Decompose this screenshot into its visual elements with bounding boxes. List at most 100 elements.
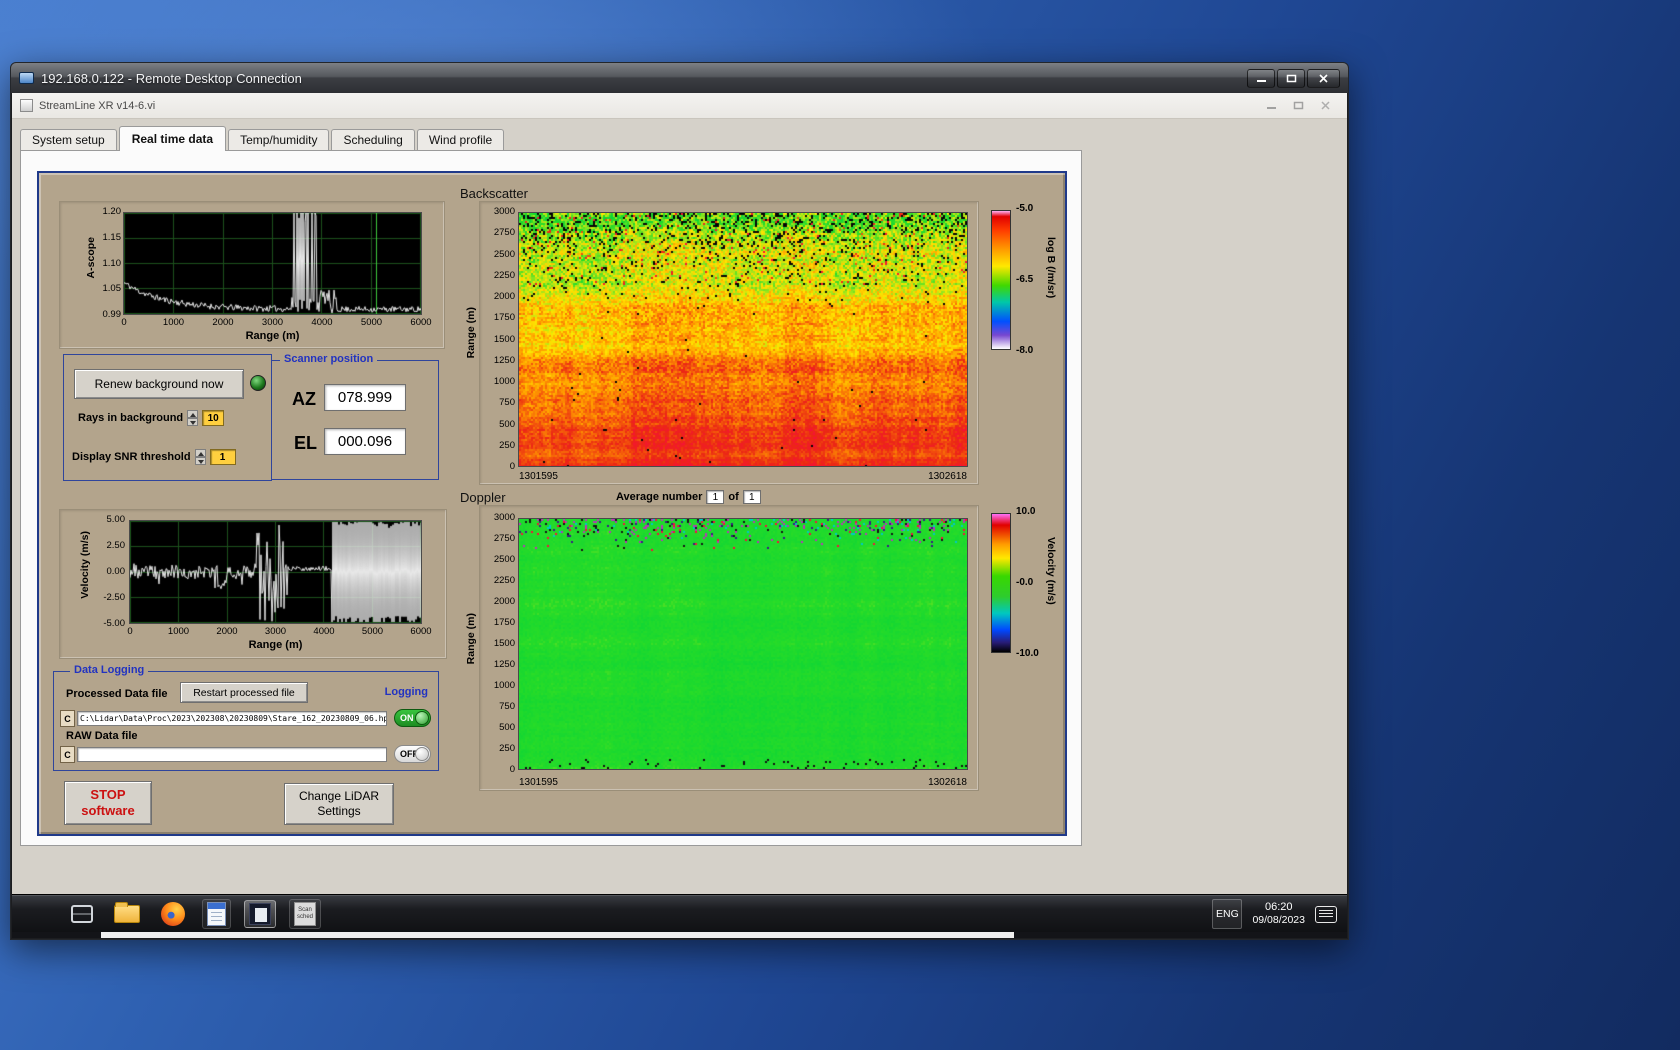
tick-label: -10.0 — [1016, 648, 1039, 659]
snr-spinner[interactable] — [194, 449, 206, 465]
tick-label: 5000 — [360, 317, 383, 328]
spin-down-icon[interactable] — [187, 418, 199, 426]
rdp-window-title: 192.168.0.122 - Remote Desktop Connectio… — [41, 70, 302, 86]
front-panel: A-scope 1.20 1.15 1.10 1.05 0.99 0 1000 2000 30… — [20, 150, 1082, 846]
scan-icon-text: Scan — [298, 907, 312, 913]
tick-label: 1000 — [162, 317, 185, 328]
tick-label: 250 — [499, 743, 515, 754]
tick-label: 1.05 — [102, 283, 122, 295]
tick-label: 1.15 — [102, 231, 122, 243]
tick-label: 500 — [499, 418, 515, 430]
task-view-glyph — [71, 905, 93, 923]
firefox-icon[interactable] — [157, 900, 189, 928]
average-number-row: Average number 1 of 1 — [616, 490, 761, 504]
task-view-icon[interactable] — [67, 903, 97, 925]
tick-label: 1.20 — [102, 206, 122, 217]
backscatter-y-axis: 3000 2750 2500 2250 2000 1750 1500 1250 1000 750 5… — [481, 207, 515, 472]
ascope-y-axis-title: A-scope — [85, 237, 97, 279]
tick-label: 3000 — [264, 626, 287, 637]
app-titlebar[interactable]: StreamLine XR v14-6.vi — [12, 93, 1347, 119]
background-controls-group: Renew background now Rays in background … — [63, 354, 272, 481]
processed-logging-toggle[interactable]: ON — [394, 709, 431, 727]
doppler-x-axis: 1301595 1302618 — [519, 777, 967, 788]
file-explorer-icon[interactable] — [110, 902, 144, 925]
tick-label: 2000 — [212, 317, 234, 328]
minimize-button[interactable] — [1247, 68, 1275, 88]
el-value-field[interactable]: 000.096 — [324, 428, 406, 455]
clock-date: 09/08/2023 — [1252, 914, 1305, 926]
spin-up-icon[interactable] — [194, 449, 206, 457]
backscatter-x-end: 1302618 — [928, 471, 967, 482]
renew-background-button[interactable]: Renew background now — [74, 369, 244, 399]
taskbar-clock[interactable]: 06:20 09/08/2023 — [1252, 901, 1305, 927]
toggle-knob — [415, 747, 429, 761]
change-lidar-settings-line2: Settings — [317, 804, 361, 818]
doppler-x-end: 1302618 — [928, 777, 967, 788]
tick-label: 0.00 — [106, 566, 126, 577]
average-count-field[interactable]: 1 — [742, 490, 761, 504]
tick-label: 750 — [499, 397, 515, 409]
tick-label: 5.00 — [106, 514, 126, 525]
app-window-icon — [249, 903, 271, 925]
app-window: StreamLine XR v14-6.vi System setup Real… — [12, 93, 1347, 894]
notification-icon[interactable] — [1315, 905, 1337, 923]
rdp-content: StreamLine XR v14-6.vi System setup Real… — [12, 93, 1347, 938]
tick-label: -5.0 — [1016, 203, 1034, 214]
raw-logging-toggle[interactable]: OFF — [394, 745, 431, 763]
rays-value-field[interactable]: 10 — [202, 410, 225, 426]
doppler-title: Doppler — [460, 490, 506, 505]
tab-system-setup[interactable]: System setup — [20, 129, 117, 151]
scan-scheduler-icon[interactable]: Scan sched — [289, 899, 321, 929]
tick-label: 1750 — [493, 617, 515, 628]
processed-path-browse-button[interactable]: C — [60, 710, 75, 727]
rdp-titlebar[interactable]: 192.168.0.122 - Remote Desktop Connectio… — [11, 63, 1348, 93]
tab-scheduling[interactable]: Scheduling — [331, 129, 415, 151]
stop-software-button[interactable]: STOP software — [64, 781, 152, 825]
tick-label: 2250 — [493, 575, 515, 586]
scan-icon-text: sched — [296, 914, 313, 920]
language-indicator[interactable]: ENG — [1212, 899, 1243, 929]
az-value-field[interactable]: 078.999 — [324, 384, 406, 411]
folder-icon — [114, 902, 140, 923]
scan-scheduler-glyph: Scan sched — [294, 902, 316, 926]
doppler-colorbar — [991, 513, 1011, 653]
change-lidar-settings-button[interactable]: Change LiDAR Settings — [284, 783, 394, 825]
streamline-app-icon[interactable] — [244, 900, 276, 928]
backscatter-colorbar-title: log B (/m/sr) — [1045, 237, 1057, 299]
close-button[interactable] — [1307, 68, 1340, 88]
average-number-field[interactable]: 1 — [706, 490, 725, 504]
snr-value-field[interactable]: 1 — [209, 449, 236, 465]
raw-path-row: C — [60, 746, 387, 763]
tick-label: 750 — [499, 701, 515, 712]
raw-path-field[interactable] — [77, 747, 387, 762]
main-panel: A-scope 1.20 1.15 1.10 1.05 0.99 0 1000 2000 30… — [37, 171, 1067, 836]
app-close-button[interactable] — [1320, 97, 1331, 115]
tick-label: 1500 — [493, 333, 515, 345]
tab-real-time-data[interactable]: Real time data — [118, 126, 227, 151]
snr-threshold-label: Display SNR threshold — [72, 451, 191, 463]
tab-wind-profile[interactable]: Wind profile — [416, 129, 505, 151]
tick-label: 2.50 — [106, 540, 126, 551]
tick-label: 3000 — [261, 317, 284, 328]
system-tray: ENG 06:20 09/08/2023 — [1212, 895, 1337, 933]
tick-label: 2750 — [493, 533, 515, 544]
tick-label: 2250 — [493, 269, 515, 281]
text-editor-icon[interactable] — [202, 899, 231, 929]
scanner-position-group: Scanner position AZ 078.999 EL 000.096 — [271, 353, 439, 480]
desktop: 192.168.0.122 - Remote Desktop Connectio… — [0, 0, 1680, 1050]
backscatter-x-start: 1301595 — [519, 471, 558, 482]
raw-path-browse-button[interactable]: C — [60, 746, 75, 763]
rays-spinner[interactable] — [187, 410, 199, 426]
processed-path-field[interactable]: C:\Lidar\Data\Proc\2023\202308\20230809\… — [77, 711, 387, 726]
spin-down-icon[interactable] — [194, 457, 206, 465]
restart-processed-file-button[interactable]: Restart processed file — [180, 682, 308, 703]
tick-label: 4000 — [311, 317, 333, 328]
app-maximize-button[interactable] — [1293, 97, 1304, 115]
maximize-button[interactable] — [1277, 68, 1305, 88]
processed-logging-toggle-label: ON — [400, 713, 414, 723]
tab-temp-humidity[interactable]: Temp/humidity — [228, 129, 330, 151]
az-label: AZ — [292, 389, 316, 409]
spin-up-icon[interactable] — [187, 410, 199, 418]
doppler-colorbar-title: Velocity (m/s) — [1045, 537, 1057, 605]
app-minimize-button[interactable] — [1266, 97, 1277, 115]
